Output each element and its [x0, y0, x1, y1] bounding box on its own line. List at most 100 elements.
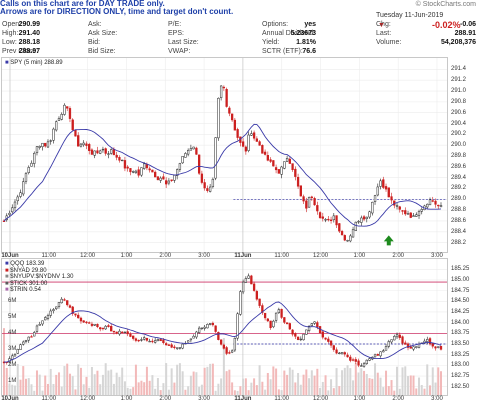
candle-body — [173, 175, 176, 181]
candle-body — [219, 339, 223, 345]
x-tick-label: 12:00 — [313, 396, 329, 402]
volume-bar — [423, 388, 426, 395]
candle-body — [357, 360, 360, 366]
volume-bar — [269, 379, 272, 395]
candle-body — [310, 323, 313, 326]
candle-body — [27, 336, 30, 341]
candle-body — [203, 182, 206, 189]
y-tick-label: 290.0 — [451, 142, 467, 149]
candle-body — [197, 327, 201, 333]
volume-bar — [228, 369, 231, 395]
candle-body — [362, 216, 366, 220]
volume-bar — [382, 387, 385, 395]
volume-bar — [88, 387, 91, 395]
quote-value: 288.91 — [454, 30, 476, 37]
volume-bar — [104, 363, 107, 395]
candle-body — [151, 169, 154, 173]
volume-bar — [330, 379, 333, 395]
volume-bar — [66, 363, 69, 395]
candle-body — [409, 212, 412, 218]
candle-body — [19, 192, 22, 197]
volume-bar — [247, 390, 250, 395]
volume-bar — [8, 383, 11, 395]
candle-body — [217, 97, 220, 139]
y-tick-label: 184.50 — [451, 298, 470, 305]
volume-bar — [115, 372, 118, 395]
candle-body — [156, 339, 160, 342]
volume-bar — [165, 363, 168, 395]
volume-bar — [101, 374, 104, 395]
volume-bar — [264, 389, 267, 395]
volume-bar — [206, 366, 209, 395]
legend-entry: ■ $TRIN 0.54 — [5, 287, 73, 293]
volume-bar — [162, 383, 165, 395]
candle-body — [324, 337, 327, 340]
volume-bar — [74, 389, 77, 395]
candle-body — [8, 212, 11, 215]
disclaimer-line-2: Arrows are for DIRECTION ONLY, time and … — [0, 7, 234, 16]
candle-body — [206, 324, 209, 329]
volume-bar — [231, 382, 234, 395]
candle-body — [263, 312, 267, 319]
candle-body — [230, 350, 234, 353]
y-tick-label: 183.25 — [451, 351, 470, 358]
quote-value: 288.97 — [18, 48, 40, 55]
candle-body — [368, 358, 371, 361]
volume-bar — [19, 379, 22, 395]
candle-body — [354, 359, 357, 362]
candle-body — [211, 322, 215, 326]
candle-body — [79, 143, 83, 147]
candle-body — [332, 345, 335, 350]
volume-bar — [321, 381, 324, 395]
candle-body — [104, 325, 107, 330]
volume-bar — [35, 370, 38, 395]
candle-body — [277, 169, 280, 174]
candle-body — [349, 235, 352, 242]
candle-body — [398, 206, 401, 210]
volume-bar — [176, 364, 179, 395]
y-tick-label: 183.00 — [451, 362, 470, 369]
volume-tick-label: 6M — [8, 298, 17, 304]
spy-legend: ■ SPY (5 min) 288.89 — [5, 60, 63, 66]
candle-body — [239, 291, 242, 315]
volume-bar — [319, 387, 322, 395]
volume-bar — [77, 364, 80, 395]
y-tick-label: 185.00 — [451, 276, 470, 283]
candle-body — [176, 347, 179, 349]
candle-body — [274, 312, 278, 321]
candle-body — [365, 359, 368, 364]
volume-bar — [357, 372, 360, 395]
candle-body — [269, 159, 272, 162]
candle-body — [46, 141, 50, 148]
candle-body — [35, 325, 39, 332]
y-tick-label: 289.4 — [451, 174, 467, 181]
candle-body — [439, 346, 443, 350]
candle-body — [219, 85, 223, 98]
candle-body — [316, 322, 319, 328]
candle-body — [82, 320, 85, 323]
legend-entry-text: $NYUPV:$NYDNV 1.30 — [10, 274, 74, 280]
candle-body — [371, 201, 374, 214]
candle-body — [77, 314, 80, 319]
candle-body — [291, 163, 294, 170]
volume-bar — [431, 367, 434, 395]
candle-body — [112, 149, 116, 156]
candle-body — [195, 147, 198, 155]
candle-body — [357, 221, 360, 223]
quote-label: Yield: — [262, 39, 280, 46]
spy-legend-text: SPY (5 min) 288.89 — [10, 60, 63, 66]
candle-body — [332, 215, 335, 221]
candle-body — [390, 196, 393, 201]
volume-bar — [305, 369, 308, 395]
candle-body — [145, 338, 149, 341]
volume-bar — [96, 370, 99, 395]
candle-body — [373, 195, 377, 202]
candle-body — [71, 119, 74, 131]
candle-body — [52, 309, 55, 312]
candle-body — [272, 320, 275, 328]
candle-body — [137, 169, 140, 176]
candle-body — [437, 346, 440, 348]
candle-body — [197, 154, 201, 174]
x-tick-label: 11:00 — [41, 396, 57, 402]
candle-body — [360, 365, 363, 367]
